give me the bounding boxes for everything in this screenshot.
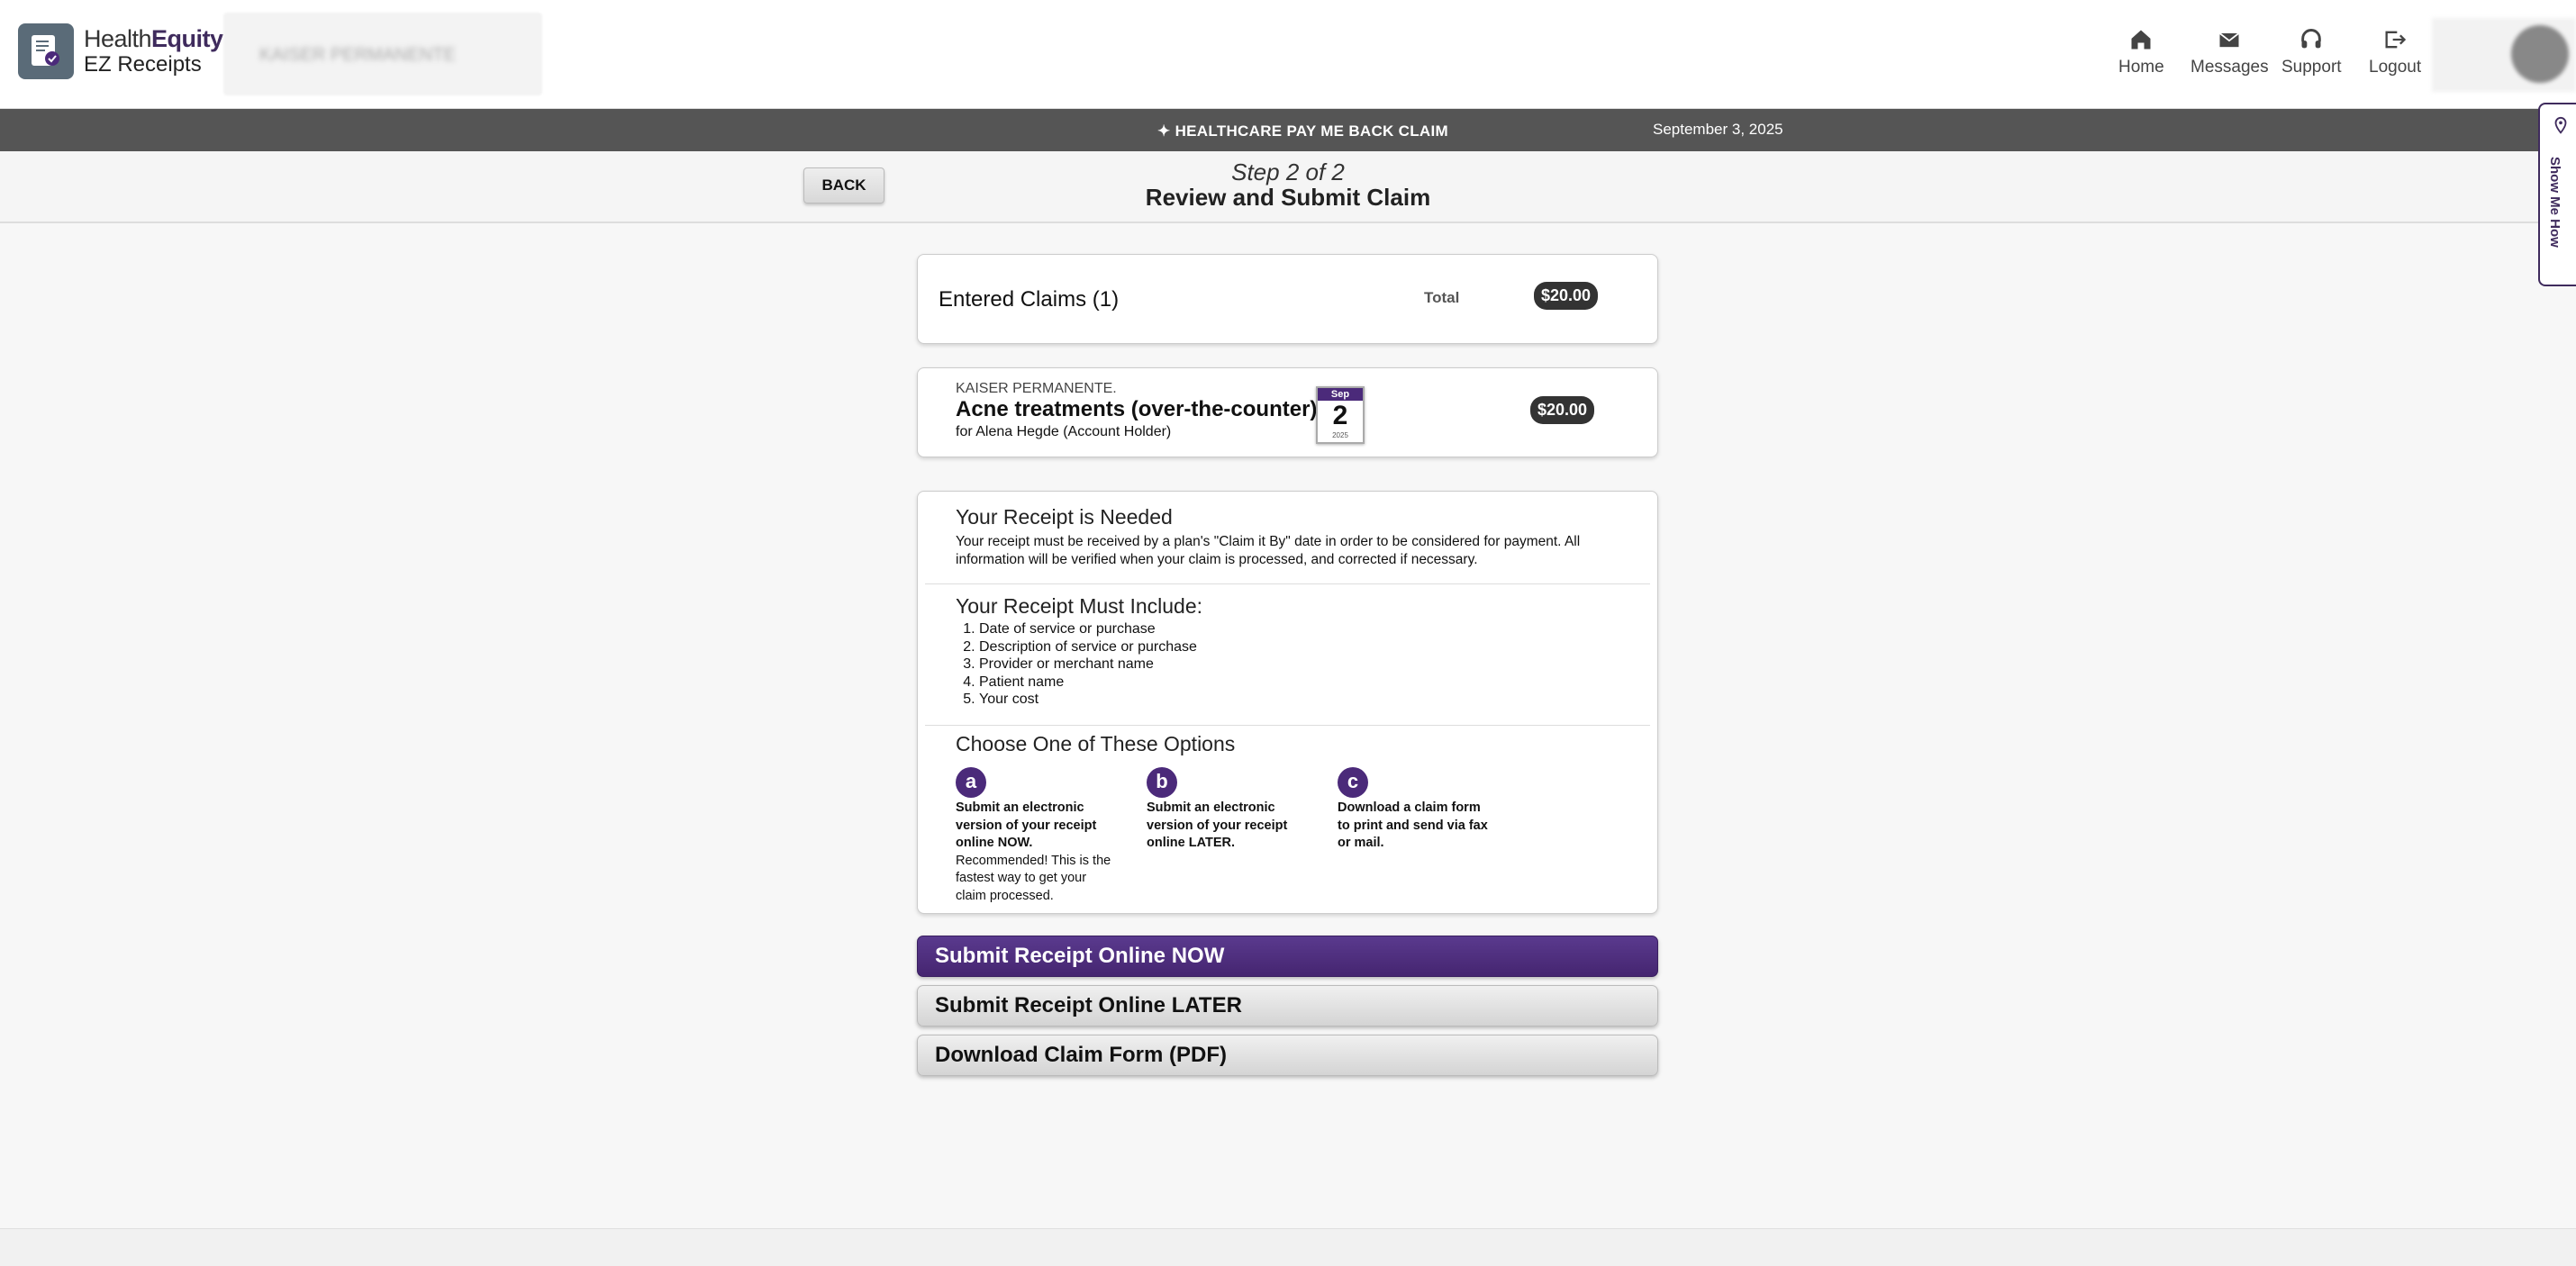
calendar-year: 2025 (1332, 431, 1348, 439)
option-a-text: Recommended! This is the fastest way to … (956, 853, 1111, 903)
nav-home[interactable]: Home (2118, 27, 2164, 77)
calendar-icon: Sep 2 2025 (1316, 386, 1365, 444)
total-label: Total (1424, 289, 1460, 306)
submit-receipt-now-button[interactable]: Submit Receipt Online NOW (917, 936, 1658, 977)
show-me-how-tab[interactable]: Show Me How (2538, 103, 2576, 286)
ez-receipts-logo-icon[interactable] (18, 23, 74, 79)
list-item: Your cost (979, 691, 1197, 709)
claim-patient: for Alena Hegde (Account Holder) (956, 424, 1172, 439)
claim-provider: KAISER PERMANENTE. (956, 381, 1117, 396)
receipt-info-card: Your Receipt is Needed Your receipt must… (917, 491, 1658, 914)
calendar-day: 2 (1332, 401, 1348, 430)
receipt-needed-title: Your Receipt is Needed (956, 505, 1173, 529)
footer (0, 1228, 2576, 1266)
options-title: Choose One of These Options (956, 732, 1236, 755)
map-pin-icon (2554, 116, 2567, 134)
claim-item-card[interactable]: KAISER PERMANENTE. Acne treatments (over… (917, 367, 1658, 457)
nav-logout-label: Logout (2369, 58, 2422, 77)
step-indicator: Step 2 of 2 (1231, 158, 1345, 185)
headset-icon (2301, 29, 2322, 49)
nav-logout[interactable]: Logout (2369, 27, 2421, 77)
divider (925, 583, 1650, 584)
option-a-bold: Submit an electronic version of your rec… (956, 800, 1097, 850)
brand-name: HealthEquity (84, 25, 223, 52)
product-name: EZ Receipts (84, 52, 202, 77)
download-claim-form-button[interactable]: Download Claim Form (PDF) (917, 1035, 1658, 1076)
option-b-badge: b (1147, 767, 1177, 798)
user-menu-blurred[interactable] (2432, 18, 2576, 92)
submit-receipt-later-button[interactable]: Submit Receipt Online LATER (917, 985, 1658, 1026)
list-item: Description of service or purchase (979, 638, 1197, 656)
back-button[interactable]: BACK (803, 167, 884, 203)
top-header: HealthEquity EZ Receipts KAISER PERMANEN… (0, 0, 2576, 109)
step-bar: BACK Step 2 of 2 Review and Submit Claim (0, 151, 2576, 223)
option-b: b Submit an electronic version of your r… (1147, 767, 1304, 853)
nav-messages[interactable]: Messages (2191, 27, 2269, 77)
option-c-bold: Download a claim form to print and send … (1338, 800, 1488, 850)
nav-support-label: Support (2281, 58, 2342, 77)
home-icon (2131, 30, 2151, 50)
receipt-needed-text: Your receipt must be received by a plan'… (956, 534, 1581, 567)
claim-banner: ✦ HEALTHCARE PAY ME BACK CLAIM September… (0, 109, 2576, 151)
list-item: Provider or merchant name (979, 656, 1197, 674)
total-amount-badge: $20.00 (1534, 282, 1599, 310)
nav-support[interactable]: Support (2281, 27, 2342, 77)
plan-logo-blurred: KAISER PERMANENTE (223, 13, 542, 95)
calendar-month: Sep (1318, 388, 1363, 401)
receipt-include-title: Your Receipt Must Include: (956, 594, 1203, 618)
nav-home-label: Home (2118, 58, 2164, 77)
logout-icon (2385, 31, 2407, 49)
page-title: Review and Submit Claim (1145, 184, 1431, 211)
entered-claims-card: Entered Claims (1) Total $20.00 (917, 254, 1658, 344)
option-a-badge: a (956, 767, 986, 798)
list-item: Date of service or purchase (979, 620, 1197, 638)
claim-service: Acne treatments (over-the-counter) (956, 397, 1318, 421)
mail-icon (2219, 32, 2240, 48)
option-c: c Download a claim form to print and sen… (1338, 767, 1495, 853)
claim-type-label: ✦ HEALTHCARE PAY ME BACK CLAIM (1157, 122, 1448, 140)
option-b-bold: Submit an electronic version of your rec… (1147, 800, 1288, 850)
divider (925, 725, 1650, 726)
banner-date: September 3, 2025 (1653, 121, 1783, 138)
show-me-how-label: Show Me How (2547, 157, 2562, 248)
option-c-badge: c (1338, 767, 1368, 798)
list-item: Patient name (979, 674, 1197, 692)
nav-messages-label: Messages (2191, 58, 2269, 77)
option-a: a Submit an electronic version of your r… (956, 767, 1113, 905)
receipt-include-list: Date of service or purchase Description … (979, 620, 1197, 709)
avatar (2511, 25, 2569, 83)
claim-amount-badge: $20.00 (1530, 396, 1595, 424)
entered-claims-title: Entered Claims (1) (939, 287, 1120, 312)
